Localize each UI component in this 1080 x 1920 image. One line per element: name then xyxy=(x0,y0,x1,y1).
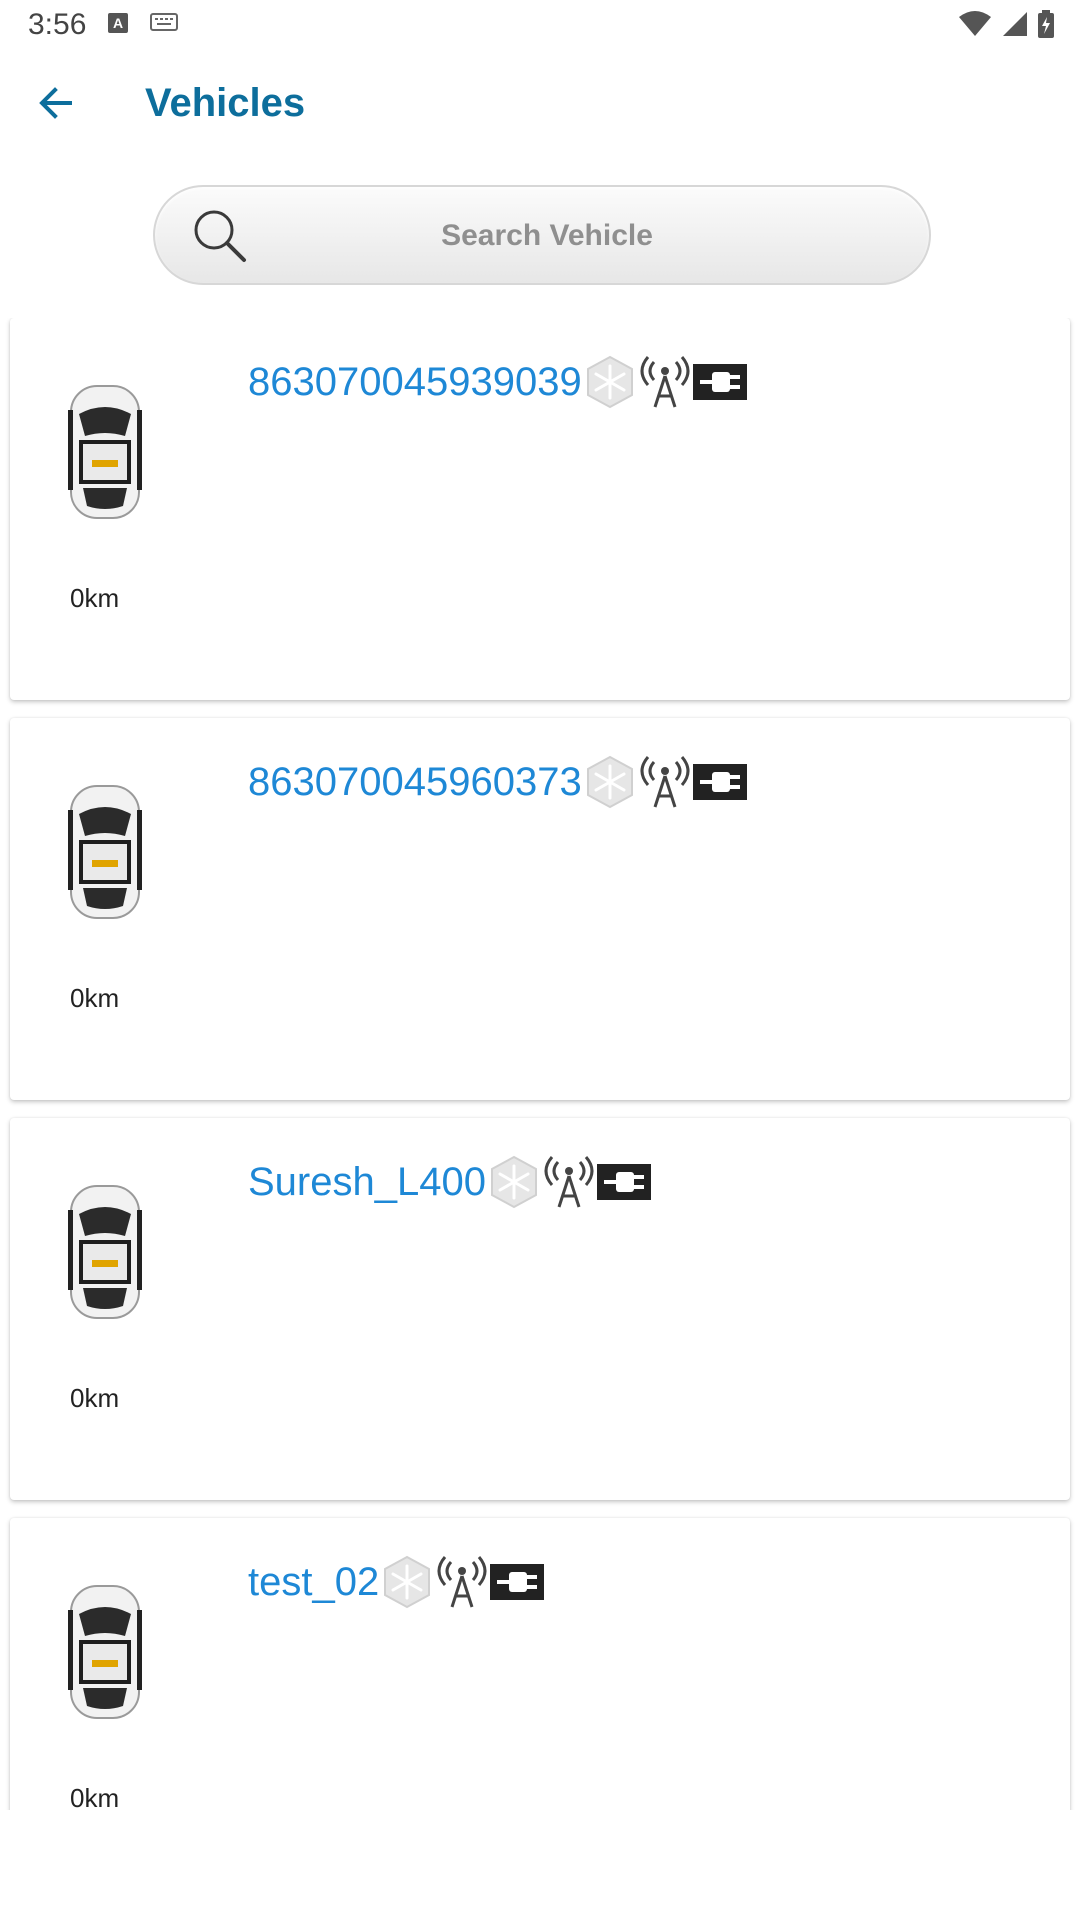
car-icon xyxy=(68,385,142,519)
arrow-left-icon[interactable] xyxy=(30,77,82,129)
search-input[interactable] xyxy=(265,209,829,263)
snowflake-icon xyxy=(586,355,633,409)
vehicle-card[interactable]: 0km test_02 xyxy=(10,1518,1070,1810)
keyboard-icon xyxy=(150,13,178,31)
vehicle-list[interactable]: 0km 863070045939039 0km 863070045960373 … xyxy=(0,318,1080,1810)
antenna-icon xyxy=(437,1556,487,1608)
snowflake-icon xyxy=(586,755,633,809)
snowflake-icon xyxy=(490,1155,537,1209)
antenna-icon xyxy=(640,756,690,808)
vehicle-name-row: 863070045939039 xyxy=(248,354,748,410)
vehicle-name[interactable]: Suresh_L400 xyxy=(248,1160,486,1205)
vehicle-name[interactable]: 863070045939039 xyxy=(248,360,582,405)
status-bar: 3:56 A xyxy=(0,0,1080,50)
vehicle-name-row: 863070045960373 xyxy=(248,754,748,810)
car-icon xyxy=(68,1185,142,1319)
antenna-icon xyxy=(640,356,690,408)
search-bar[interactable] xyxy=(153,185,931,285)
car-icon xyxy=(68,785,142,919)
distance-label: 0km xyxy=(70,583,120,613)
battery-icon xyxy=(1038,10,1054,38)
vehicle-name-row: test_02 xyxy=(248,1554,545,1610)
distance-label: 0km xyxy=(70,983,120,1013)
signal-icon xyxy=(1003,12,1027,36)
plug-icon xyxy=(490,1564,545,1600)
status-time: 3:56 xyxy=(28,8,87,41)
vehicle-name[interactable]: test_02 xyxy=(248,1560,379,1605)
car-icon xyxy=(68,1585,142,1719)
vehicle-name-row: Suresh_L400 xyxy=(248,1154,652,1210)
distance-label: 0km xyxy=(70,1783,120,1810)
app-bar: Vehicles xyxy=(0,55,1080,155)
vehicle-card[interactable]: 0km 863070045960373 xyxy=(10,718,1070,1100)
vehicle-card[interactable]: 0km Suresh_L400 xyxy=(10,1118,1070,1500)
snowflake-icon xyxy=(384,1555,431,1609)
search-icon xyxy=(194,210,246,262)
page-title: Vehicles xyxy=(145,81,306,125)
plug-icon xyxy=(596,1164,651,1200)
plug-icon xyxy=(692,764,747,800)
vehicle-card[interactable]: 0km 863070045939039 xyxy=(10,318,1070,700)
vehicle-name[interactable]: 863070045960373 xyxy=(248,760,582,805)
wifi-icon xyxy=(959,11,991,36)
plug-icon xyxy=(692,364,747,400)
distance-label: 0km xyxy=(70,1383,120,1413)
input-method-icon: A xyxy=(108,13,128,33)
antenna-icon xyxy=(544,1156,594,1208)
